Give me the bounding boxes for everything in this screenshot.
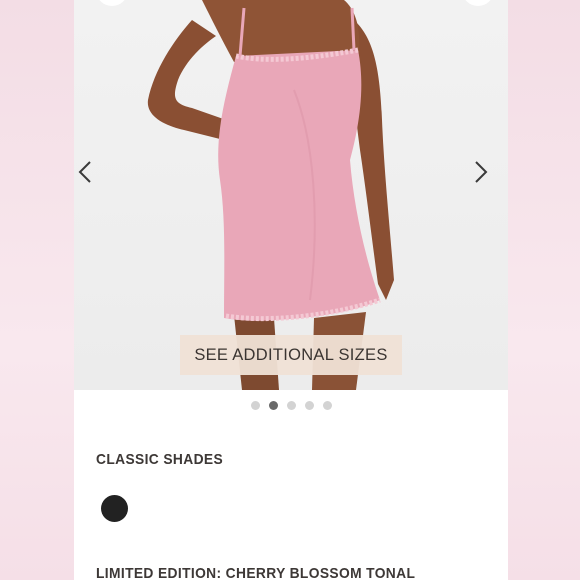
see-additional-sizes-button[interactable]: SEE ADDITIONAL SIZES xyxy=(180,335,402,375)
classic-shades-heading: CLASSIC SHADES xyxy=(96,451,224,468)
model-illustration xyxy=(147,0,394,390)
carousel-dot[interactable] xyxy=(286,401,296,410)
chevron-right-icon xyxy=(475,161,488,183)
limited-edition-heading: LIMITED EDITION: CHERRY BLOSSOM TONAL xyxy=(96,565,416,580)
right-backdrop xyxy=(508,0,580,580)
prev-image-button[interactable] xyxy=(78,160,108,190)
color-swatch-black[interactable] xyxy=(101,495,128,522)
left-backdrop xyxy=(0,0,74,580)
carousel-dot[interactable] xyxy=(304,401,314,410)
carousel-dot[interactable] xyxy=(322,401,332,410)
carousel-dot-active[interactable] xyxy=(268,401,278,410)
carousel-dot[interactable] xyxy=(250,401,260,410)
chevron-left-icon xyxy=(78,161,91,183)
carousel-pagination xyxy=(74,401,508,410)
next-image-button[interactable] xyxy=(474,160,504,190)
product-panel: SEE ADDITIONAL SIZES CLASSIC SHADES LIMI… xyxy=(74,0,508,580)
product-image: SEE ADDITIONAL SIZES xyxy=(74,0,508,390)
